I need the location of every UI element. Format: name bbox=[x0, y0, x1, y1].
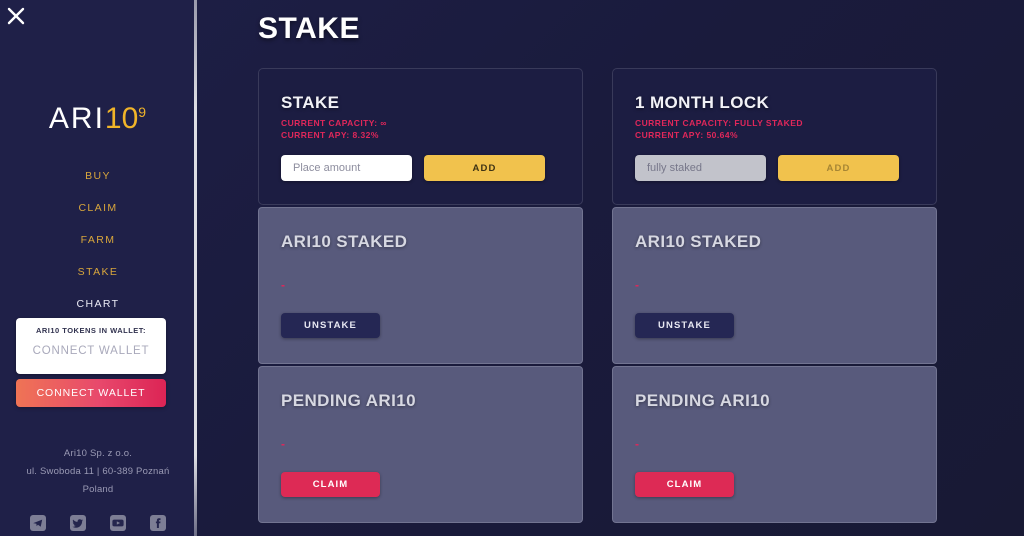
lock-amount-input bbox=[635, 155, 766, 181]
address-line-3: Poland bbox=[82, 484, 114, 495]
lock-pending-title: PENDING ARI10 bbox=[635, 391, 770, 410]
stake-add-button[interactable]: ADD bbox=[424, 155, 545, 181]
lock-card: 1 MONTH LOCK CURRENT CAPACITY: FULLY STA… bbox=[612, 68, 937, 523]
stake-card: STAKE CURRENT CAPACITY: ∞ CURRENT APY: 8… bbox=[258, 68, 583, 523]
stake-pool-column: STAKE CURRENT CAPACITY: ∞ CURRENT APY: 8… bbox=[258, 68, 583, 523]
stake-current-capacity: CURRENT CAPACITY: ∞ bbox=[281, 118, 387, 128]
address-line-2: ul. Swoboda 11 | 60-389 Poznań bbox=[26, 466, 170, 477]
lock-current-apy: CURRENT APY: 50.64% bbox=[635, 130, 739, 140]
stake-input-row: ADD bbox=[281, 155, 560, 181]
social-links bbox=[0, 515, 196, 531]
stake-card-title: STAKE bbox=[281, 93, 340, 112]
stake-staked-title: ARI10 STAKED bbox=[281, 232, 408, 251]
lock-staked-panel: ARI10 STAKED - UNSTAKE bbox=[612, 207, 937, 364]
stake-amount-input[interactable] bbox=[281, 155, 412, 181]
lock-card-title: 1 MONTH LOCK bbox=[635, 93, 770, 112]
connect-wallet-button[interactable]: CONNECT WALLET bbox=[16, 379, 166, 407]
stake-card-header: STAKE CURRENT CAPACITY: ∞ CURRENT APY: 8… bbox=[258, 68, 583, 205]
stake-staked-panel: ARI10 STAKED - UNSTAKE bbox=[258, 207, 583, 364]
wallet-balance-label: ARI10 TOKENS IN WALLET: bbox=[35, 326, 147, 335]
stake-pending-title: PENDING ARI10 bbox=[281, 391, 416, 410]
youtube-icon[interactable] bbox=[110, 515, 126, 531]
main-content: STAKE STAKE CURRENT CAPACITY: ∞ CURRENT … bbox=[196, 0, 1024, 536]
stake-unstake-button[interactable]: UNSTAKE bbox=[281, 313, 380, 338]
facebook-icon[interactable] bbox=[150, 515, 166, 531]
lock-pool-column: 1 MONTH LOCK CURRENT CAPACITY: FULLY STA… bbox=[612, 68, 937, 523]
sidebar-nav: BUY CLAIM FARM STAKE CHART bbox=[0, 160, 196, 320]
lock-pending-value: - bbox=[635, 437, 639, 451]
wallet-balance-box: ARI10 TOKENS IN WALLET: CONNECT WALLET bbox=[16, 318, 166, 374]
lock-staked-value: - bbox=[635, 278, 639, 292]
lock-claim-button[interactable]: CLAIM bbox=[635, 472, 734, 497]
ari10-logo[interactable]: ARI109 bbox=[0, 104, 196, 134]
sidebar: ARI109 BUY CLAIM FARM STAKE CHART ARI10 … bbox=[0, 0, 196, 536]
stake-pending-panel: PENDING ARI10 - CLAIM bbox=[258, 366, 583, 523]
sidebar-item-stake[interactable]: STAKE bbox=[0, 256, 196, 288]
sidebar-item-farm[interactable]: FARM bbox=[0, 224, 196, 256]
sidebar-item-buy[interactable]: BUY bbox=[0, 160, 196, 192]
lock-unstake-button[interactable]: UNSTAKE bbox=[635, 313, 734, 338]
stake-pending-value: - bbox=[281, 437, 285, 451]
logo-superscript: 9 bbox=[138, 104, 148, 120]
stake-staked-value: - bbox=[281, 278, 285, 292]
stake-page: ARI109 BUY CLAIM FARM STAKE CHART ARI10 … bbox=[0, 0, 1024, 536]
lock-card-header: 1 MONTH LOCK CURRENT CAPACITY: FULLY STA… bbox=[612, 68, 937, 205]
lock-current-capacity: CURRENT CAPACITY: FULLY STAKED bbox=[635, 118, 803, 128]
lock-add-button: ADD bbox=[778, 155, 899, 181]
stake-current-apy: CURRENT APY: 8.32% bbox=[281, 130, 379, 140]
company-address: Ari10 Sp. z o.o. ul. Swoboda 11 | 60-389… bbox=[0, 445, 196, 499]
page-title: STAKE bbox=[258, 12, 360, 45]
wallet-balance-value: CONNECT WALLET bbox=[32, 345, 150, 357]
stake-claim-button[interactable]: CLAIM bbox=[281, 472, 380, 497]
sidebar-item-claim[interactable]: CLAIM bbox=[0, 192, 196, 224]
lock-pending-panel: PENDING ARI10 - CLAIM bbox=[612, 366, 937, 523]
close-icon[interactable] bbox=[5, 5, 27, 27]
logo-text-ari: ARI bbox=[48, 102, 105, 135]
twitter-icon[interactable] bbox=[70, 515, 86, 531]
sidebar-item-chart[interactable]: CHART bbox=[0, 288, 196, 320]
lock-staked-title: ARI10 STAKED bbox=[635, 232, 762, 251]
telegram-icon[interactable] bbox=[30, 515, 46, 531]
address-line-1: Ari10 Sp. z o.o. bbox=[63, 448, 133, 459]
logo-text-ten: 10 bbox=[104, 102, 139, 135]
lock-input-row: ADD bbox=[635, 155, 914, 181]
